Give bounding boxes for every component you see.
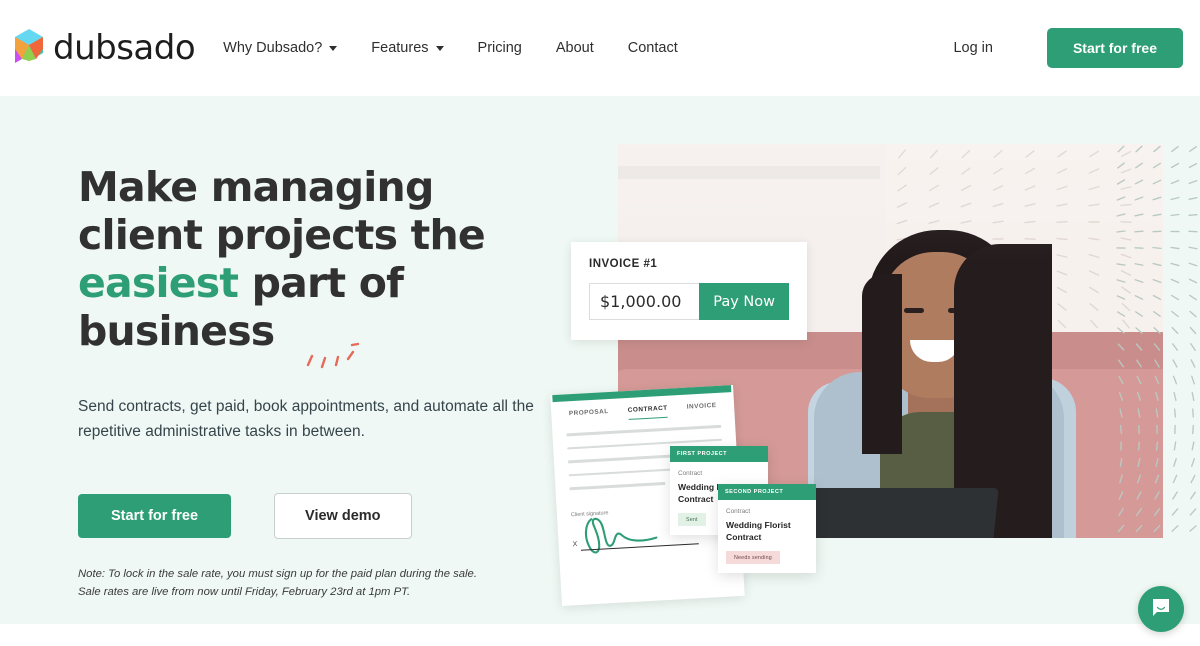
invoice-amount-field[interactable]: $1,000.00 bbox=[589, 283, 700, 320]
nav-item-label: Features bbox=[371, 40, 429, 56]
brand-wordmark: dubsado bbox=[53, 28, 196, 68]
nav-item-pricing[interactable]: Pricing bbox=[478, 40, 522, 56]
nav-item-features[interactable]: Features bbox=[371, 40, 444, 56]
hero-visual: INVOICE #1 $1,000.00 Pay Now PROPOSAL CO… bbox=[550, 141, 1200, 611]
headline-part-1: Make managing client projects the bbox=[78, 163, 486, 259]
pay-now-button[interactable]: Pay Now bbox=[699, 283, 789, 320]
top-navigation-bar: dubsado Why Dubsado? Features Pricing Ab… bbox=[0, 0, 1200, 96]
sparkle-accent-icon bbox=[300, 341, 360, 371]
signature-x-marker: X bbox=[572, 541, 578, 549]
project-card-header: FIRST PROJECT bbox=[670, 446, 768, 462]
hero-sale-note: Note: To lock in the sale rate, you must… bbox=[78, 565, 548, 602]
project-card-kicker: Contract bbox=[678, 470, 703, 477]
status-badge: Sent bbox=[678, 513, 706, 527]
invoice-payment-row: $1,000.00 Pay Now bbox=[589, 283, 789, 320]
document-tab-invoice[interactable]: INVOICE bbox=[687, 402, 717, 417]
page-title: Make managing client projects the easies… bbox=[78, 163, 548, 356]
nav-item-label: Why Dubsado? bbox=[223, 40, 323, 56]
chat-bubble-icon bbox=[1151, 597, 1171, 622]
project-card-kicker: Contract bbox=[726, 508, 751, 515]
hero-copy: Make managing client projects the easies… bbox=[78, 163, 548, 602]
login-link[interactable]: Log in bbox=[953, 40, 993, 56]
primary-nav-links: Why Dubsado? Features Pricing About Cont… bbox=[223, 40, 712, 56]
nav-item-label: About bbox=[555, 40, 594, 56]
status-badge: Needs sending bbox=[726, 551, 780, 565]
chat-support-button[interactable] bbox=[1138, 586, 1184, 632]
nav-actions: Log in Start for free bbox=[953, 28, 1183, 68]
project-card-body: Contract Wedding Florist Contract Needs … bbox=[718, 500, 816, 573]
invoice-card: INVOICE #1 $1,000.00 Pay Now bbox=[571, 242, 807, 340]
chevron-down-icon bbox=[329, 45, 338, 51]
project-card-second[interactable]: SECOND PROJECT Contract Wedding Florist … bbox=[718, 484, 816, 574]
nav-item-label: Contact bbox=[627, 40, 678, 56]
nav-item-about[interactable]: About bbox=[556, 40, 594, 56]
headline-highlight: easiest bbox=[78, 258, 239, 307]
document-tab-proposal[interactable]: PROPOSAL bbox=[569, 408, 610, 423]
sale-note-line-1: Note: To lock in the sale rate, you must… bbox=[78, 567, 477, 580]
hero-start-for-free-button[interactable]: Start for free bbox=[78, 493, 232, 538]
nav-item-contact[interactable]: Contact bbox=[628, 40, 678, 56]
project-card-header: SECOND PROJECT bbox=[718, 484, 816, 500]
nav-item-label: Pricing bbox=[477, 40, 522, 56]
project-card-title: Wedding Florist Contract bbox=[726, 520, 791, 542]
hero-view-demo-button[interactable]: View demo bbox=[274, 492, 412, 539]
dubsado-cube-logo-icon bbox=[14, 29, 44, 67]
hero-subheadline: Send contracts, get paid, book appointme… bbox=[78, 397, 534, 441]
brand-logo[interactable]: dubsado bbox=[14, 28, 196, 68]
invoice-card-title: INVOICE #1 bbox=[589, 258, 658, 270]
decorative-dash-pattern bbox=[1115, 141, 1200, 541]
hero-section: Make managing client projects the easies… bbox=[0, 96, 1200, 624]
nav-item-why-dubsado[interactable]: Why Dubsado? bbox=[223, 40, 338, 56]
hero-cta-row: Start for free View demo bbox=[78, 492, 548, 539]
nav-start-for-free-button[interactable]: Start for free bbox=[1046, 28, 1183, 68]
sale-note-line-2: Sale rates are live from now until Frida… bbox=[78, 585, 411, 598]
chevron-down-icon bbox=[435, 45, 444, 51]
document-tab-contract[interactable]: CONTRACT bbox=[627, 404, 669, 420]
